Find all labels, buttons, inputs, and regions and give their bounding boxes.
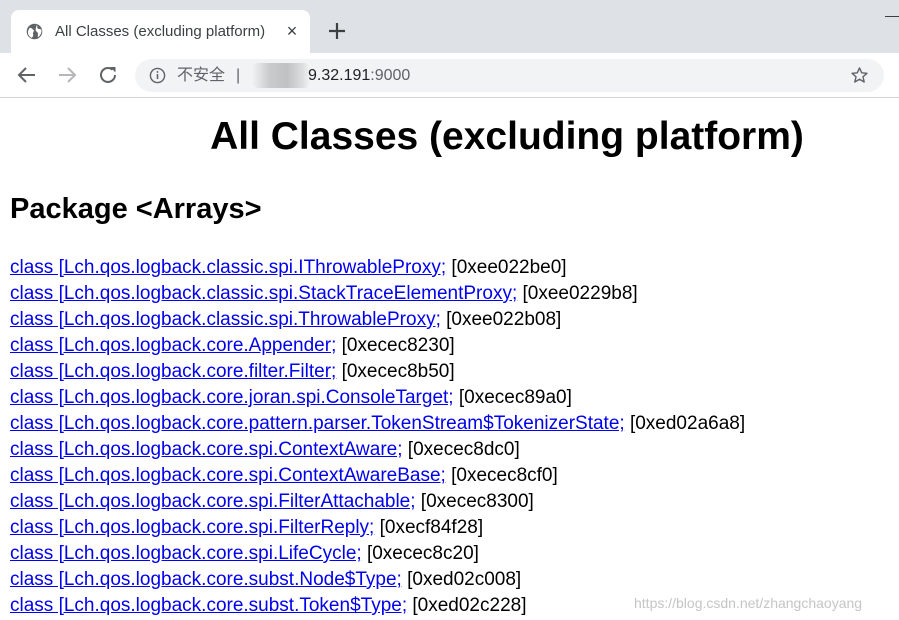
back-arrow-icon[interactable] <box>15 63 39 87</box>
class-link[interactable]: class [Lch.qos.logback.core.spi.FilterRe… <box>10 517 374 538</box>
list-item: class [Lch.qos.logback.core.spi.ContextA… <box>10 463 745 489</box>
class-address: [0xecec8b50] <box>336 361 455 382</box>
list-item: class [Lch.qos.logback.classic.spi.IThro… <box>10 255 745 281</box>
address-bar[interactable]: 不安全 | 9.32.191:9000 <box>135 59 884 92</box>
class-link[interactable]: class [Lch.qos.logback.classic.spi.Stack… <box>10 283 517 304</box>
url-host: 9.32.191 <box>308 67 371 84</box>
tab-title: All Classes (excluding platform) <box>55 23 266 40</box>
class-address: [0xecec8230] <box>336 335 455 356</box>
class-address: [0xecec8dc0] <box>402 439 520 460</box>
tab-close-icon[interactable]: × <box>282 21 302 41</box>
list-item: class [Lch.qos.logback.core.spi.FilterRe… <box>10 515 745 541</box>
list-item: class [Lch.qos.logback.core.subst.Node$T… <box>10 567 745 593</box>
class-link[interactable]: class [Lch.qos.logback.core.spi.ContextA… <box>10 465 446 486</box>
list-item: class [Lch.qos.logback.core.Appender; [0… <box>10 333 745 359</box>
class-address: [0xed02a6a8] <box>624 413 746 434</box>
list-item: class [Lch.qos.logback.classic.spi.Throw… <box>10 307 745 333</box>
class-list: class [Lch.qos.logback.classic.spi.IThro… <box>10 255 745 619</box>
class-address: [0xee0229b8] <box>517 283 638 304</box>
class-address: [0xecec8c20] <box>361 543 479 564</box>
url-separator: | <box>236 67 241 84</box>
class-address: [0xee022b08] <box>440 309 562 330</box>
list-item: class [Lch.qos.logback.core.spi.LifeCycl… <box>10 541 745 567</box>
list-item: class [Lch.qos.logback.classic.spi.Stack… <box>10 281 745 307</box>
class-address: [0xee022be0] <box>446 257 567 278</box>
class-link[interactable]: class [Lch.qos.logback.core.Appender; <box>10 335 336 356</box>
security-label[interactable]: 不安全 <box>177 66 225 85</box>
class-link[interactable]: class [Lch.qos.logback.core.spi.ContextA… <box>10 439 403 460</box>
class-link[interactable]: class [Lch.qos.logback.core.filter.Filte… <box>10 361 336 382</box>
browser-tab[interactable]: All Classes (excluding platform) × <box>11 10 310 53</box>
class-address: [0xecec8300] <box>415 491 534 512</box>
browser-toolbar: 不安全 | 9.32.191:9000 <box>0 53 899 98</box>
url-port: :9000 <box>370 67 411 84</box>
class-link[interactable]: class [Lch.qos.logback.core.subst.Node$T… <box>10 569 402 590</box>
class-link[interactable]: class [Lch.qos.logback.classic.spi.Throw… <box>10 309 441 330</box>
class-address: [0xecec8cf0] <box>445 465 558 486</box>
class-link[interactable]: class [Lch.qos.logback.core.spi.LifeCycl… <box>10 543 362 564</box>
class-address: [0xed02c228] <box>407 595 527 616</box>
tab-strip: All Classes (excluding platform) × <box>0 0 899 53</box>
class-link[interactable]: class [Lch.qos.logback.core.pattern.pars… <box>10 413 625 434</box>
list-item: class [Lch.qos.logback.core.spi.ContextA… <box>10 437 745 463</box>
list-item: class [Lch.qos.logback.core.joran.spi.Co… <box>10 385 745 411</box>
class-link[interactable]: class [Lch.qos.logback.classic.spi.IThro… <box>10 257 446 278</box>
reload-icon[interactable] <box>96 63 120 87</box>
class-address: [0xed02c008] <box>401 569 522 590</box>
forward-arrow-icon[interactable] <box>55 63 79 87</box>
info-icon[interactable] <box>149 67 166 84</box>
class-address: [0xecec89a0] <box>453 387 572 408</box>
watermark: https://blog.csdn.net/zhangchaoyang <box>634 595 863 611</box>
minimize-icon[interactable] <box>885 16 899 17</box>
class-link[interactable]: class [Lch.qos.logback.core.spi.FilterAt… <box>10 491 416 512</box>
globe-icon <box>26 23 43 40</box>
plus-icon[interactable] <box>325 19 349 43</box>
page-title: All Classes (excluding platform) <box>210 115 804 158</box>
class-link[interactable]: class [Lch.qos.logback.core.joran.spi.Co… <box>10 387 454 408</box>
list-item: class [Lch.qos.logback.core.filter.Filte… <box>10 359 745 385</box>
url-text[interactable]: 9.32.191:9000 <box>308 66 410 85</box>
redacted-url-part <box>252 63 310 88</box>
list-item: class [Lch.qos.logback.core.spi.FilterAt… <box>10 489 745 515</box>
package-heading: Package <Arrays> <box>10 193 262 225</box>
class-address: [0xecf84f28] <box>374 517 484 538</box>
star-icon[interactable] <box>850 66 869 85</box>
class-link[interactable]: class [Lch.qos.logback.core.subst.Token$… <box>10 595 407 616</box>
list-item: class [Lch.qos.logback.core.pattern.pars… <box>10 411 745 437</box>
